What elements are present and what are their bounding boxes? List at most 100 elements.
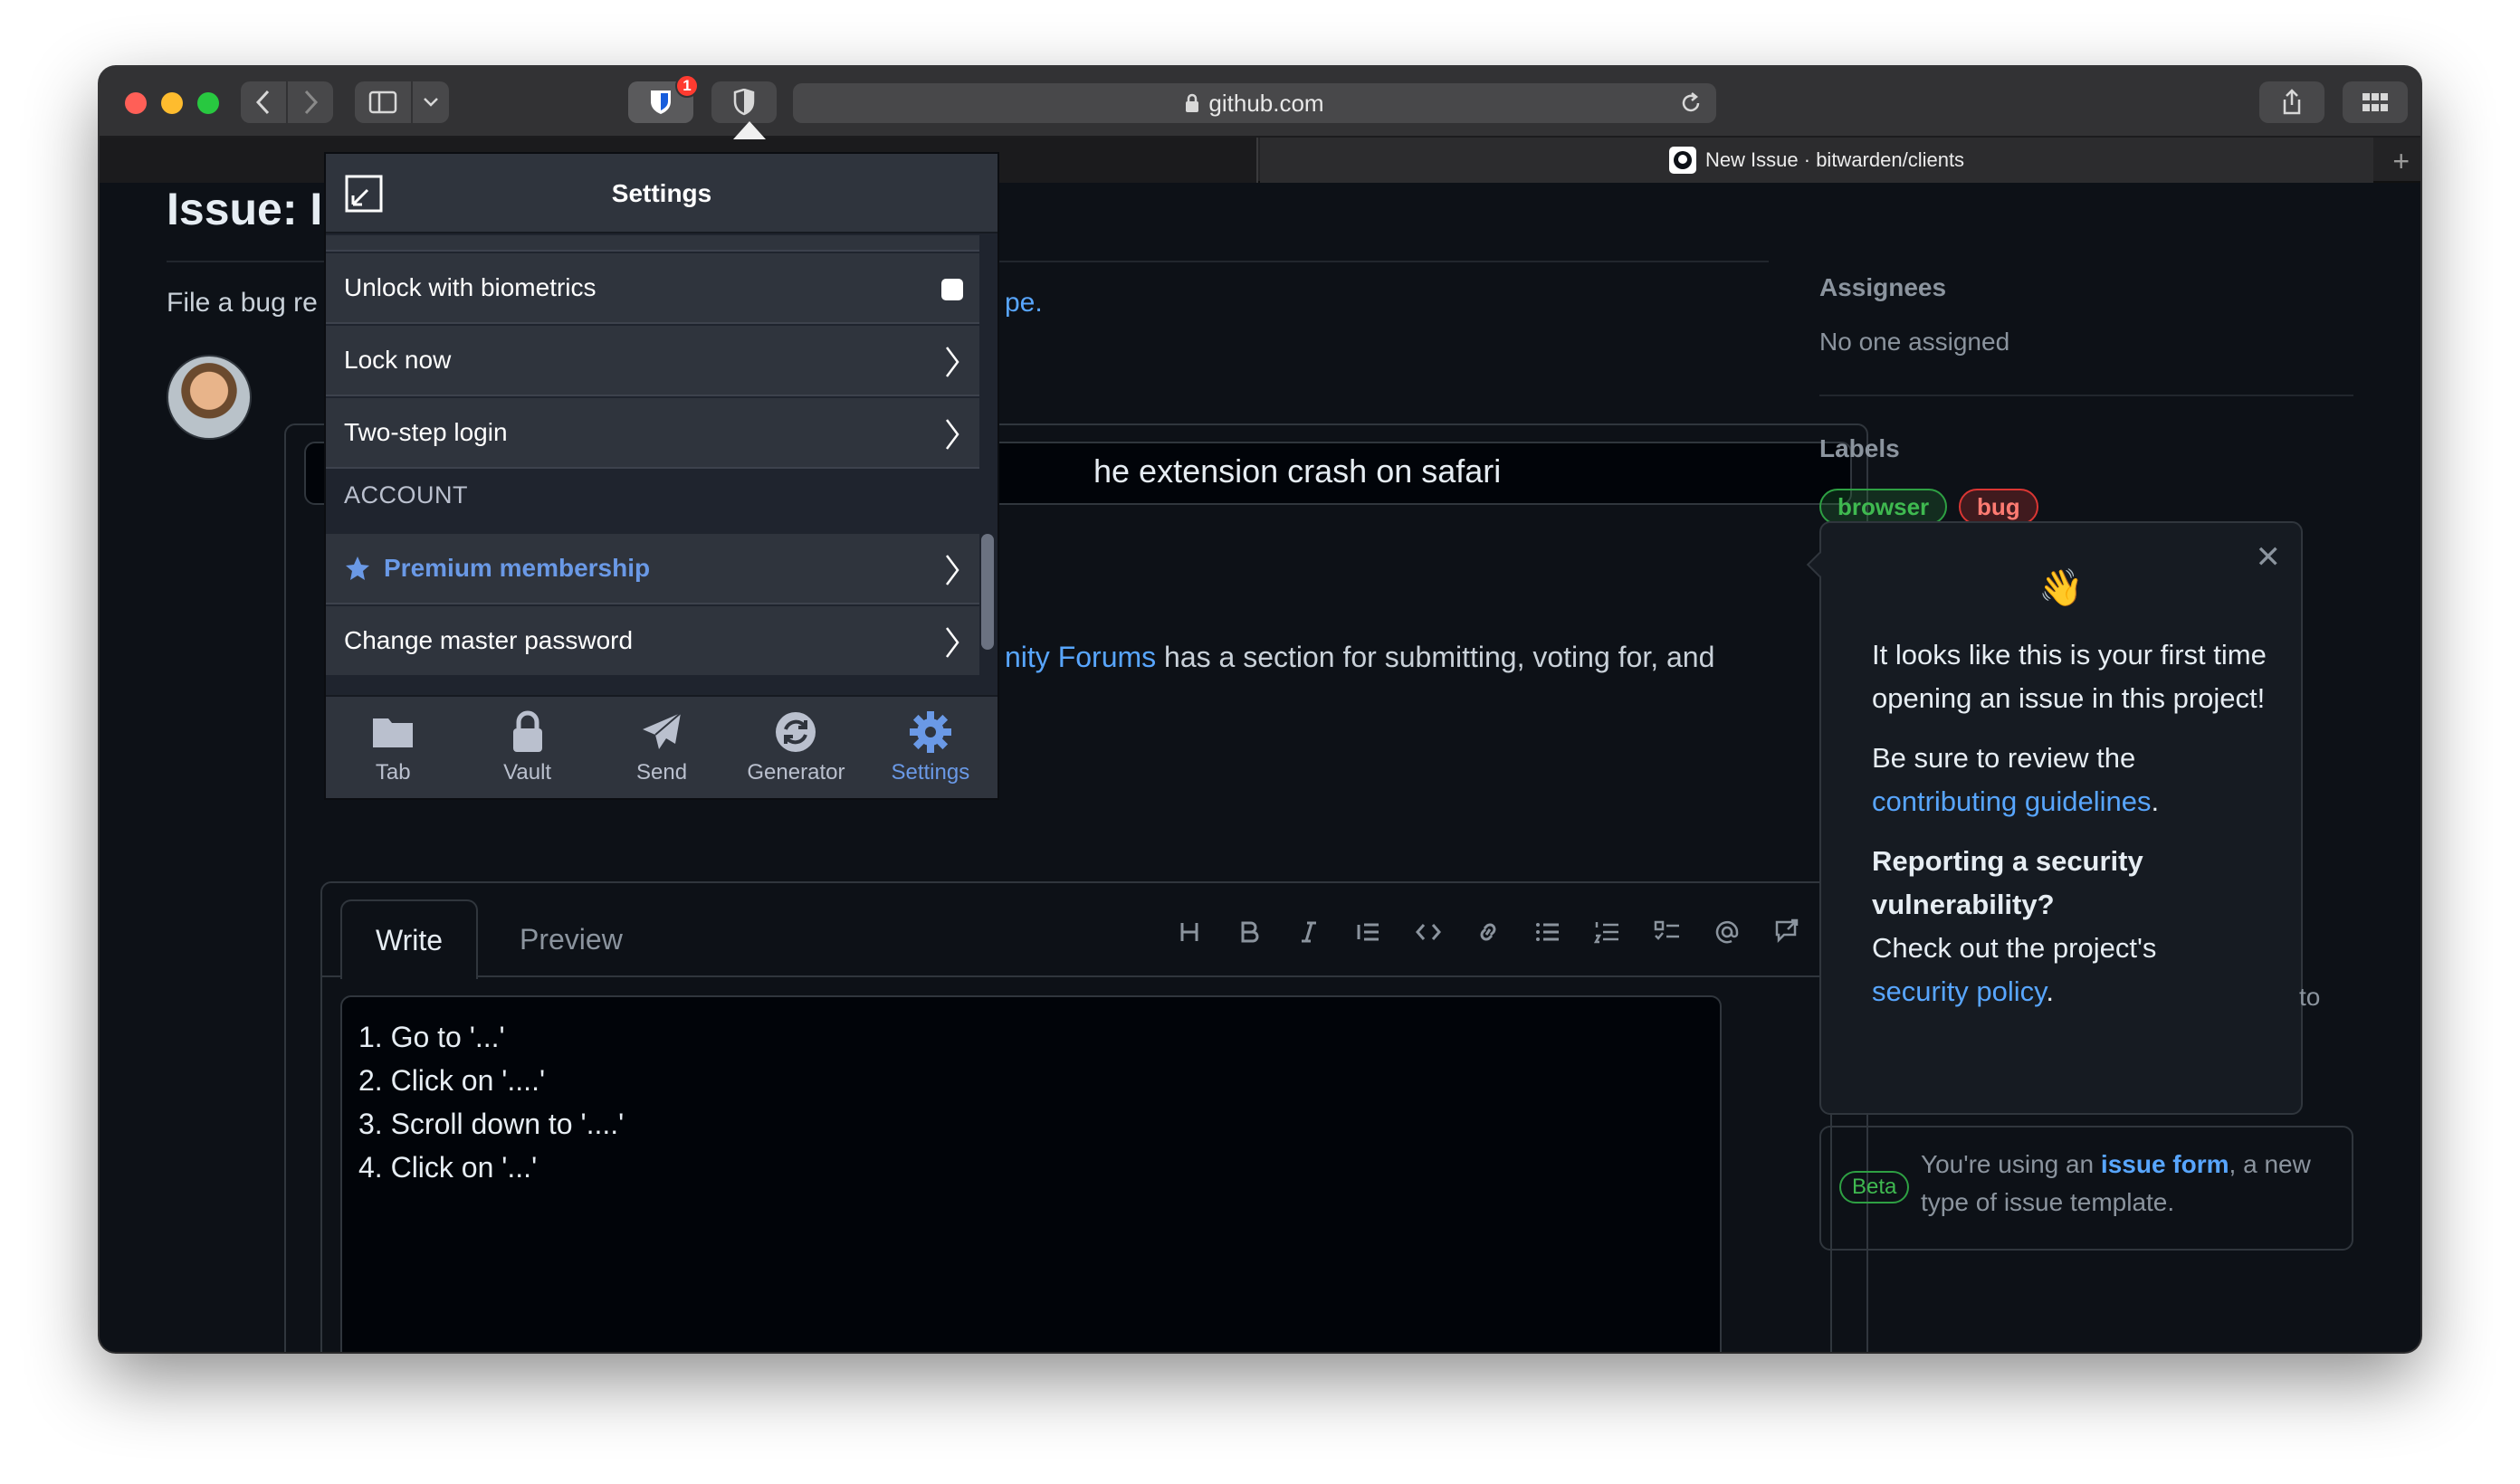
body-line: 4. Click on '...' (358, 1151, 538, 1184)
lock-now-row[interactable]: Lock now (326, 326, 983, 396)
assignees-value: No one assigned (1819, 328, 2010, 356)
change-master-password-row[interactable]: Change master password (326, 606, 983, 675)
scrollbar[interactable] (979, 235, 998, 675)
sidebar-icon (368, 90, 397, 114)
tab-active[interactable]: New Issue · bitwarden/clients (1260, 138, 2373, 183)
forum-paragraph: nity Forums has a section for submitting… (1005, 641, 1714, 674)
new-tab-button[interactable]: + (2392, 145, 2410, 178)
issue-body-textarea[interactable]: 1. Go to '...' 2. Click on '....' 3. Scr… (340, 995, 1722, 1352)
unlock-biometrics-row[interactable]: Unlock with biometrics (326, 253, 983, 324)
waving-hand-icon: 👋 (2038, 568, 2084, 608)
quote-icon[interactable] (1352, 916, 1385, 948)
intro-text: File a bug re (167, 288, 318, 318)
guidelines-period: . (2151, 785, 2160, 817)
scrollbar-thumb[interactable] (981, 534, 994, 650)
ordered-list-icon[interactable] (1591, 916, 1624, 948)
minimize-window-button[interactable] (161, 92, 183, 114)
lock-now-label: Lock now (344, 346, 452, 374)
divider (1819, 395, 2353, 396)
markdown-tools (1173, 916, 1803, 948)
reference-icon[interactable] (1771, 916, 1803, 948)
tab-write[interactable]: Write (340, 899, 478, 979)
shield-icon (733, 89, 755, 116)
forward-button[interactable] (288, 81, 333, 123)
beta-text-before: You're using an (1921, 1150, 2101, 1178)
forum-text: has a section for submitting, voting for… (1156, 641, 1715, 673)
bitwarden-shield-icon (651, 90, 671, 114)
account-section-heading: ACCOUNT (344, 481, 468, 509)
tab-preview[interactable]: Preview (520, 923, 623, 956)
partial-text: to (2299, 983, 2321, 1011)
popover-guidelines: Be sure to review the contributing guide… (1872, 737, 2270, 823)
nav-label: Vault (503, 760, 552, 785)
security-policy-link[interactable]: security policy (1872, 975, 2046, 1007)
label-bug[interactable]: bug (1959, 489, 2038, 525)
issue-form-notice: Beta You're using an issue form, a new t… (1819, 1126, 2353, 1251)
markdown-editor: Write Preview 1. Go to '...' 2. Click on… (320, 881, 1832, 1352)
chevron-right-icon (946, 347, 959, 377)
bold-icon[interactable] (1233, 916, 1265, 948)
address-text: github.com (1208, 89, 1324, 117)
premium-membership-row[interactable]: Premium membership (326, 534, 983, 604)
page-title: Issue: I (167, 184, 323, 234)
chevron-left-icon (255, 90, 270, 115)
tab-overview-button[interactable] (2343, 81, 2408, 123)
editor-toolbar: Write Preview (322, 883, 1830, 979)
bitwarden-extension-button[interactable]: 1 (628, 74, 699, 123)
guidelines-text: Be sure to review the (1872, 742, 2136, 774)
popover-security: Reporting a security vulnerability? Check… (1872, 840, 2270, 1013)
nav-send[interactable]: Send (595, 697, 729, 798)
sidebar-button[interactable] (355, 81, 411, 123)
link-icon[interactable] (1472, 916, 1504, 948)
gear-icon (909, 711, 951, 753)
forum-link[interactable]: nity Forums (1005, 641, 1156, 673)
assignees-heading[interactable]: Assignees (1819, 273, 1946, 302)
bottom-nav: Tab Vault Send Generator Settings (326, 695, 998, 798)
nav-tab[interactable]: Tab (326, 697, 460, 798)
nav-vault[interactable]: Vault (460, 697, 594, 798)
zoom-window-button[interactable] (197, 92, 219, 114)
two-step-login-label: Two-step login (344, 418, 508, 446)
first-issue-popover: ✕ 👋 It looks like this is your first tim… (1806, 521, 2303, 1115)
nav-settings[interactable]: Settings (864, 697, 998, 798)
labels-heading[interactable]: Labels (1819, 434, 1900, 463)
issue-form-link[interactable]: issue form (2101, 1150, 2229, 1178)
grid-icon (2362, 93, 2388, 111)
avatar (167, 355, 252, 440)
tab-title: New Issue · bitwarden/clients (1704, 148, 1965, 171)
chevron-right-icon (946, 555, 959, 585)
sidebar-menu-button[interactable] (413, 81, 449, 123)
close-window-button[interactable] (125, 92, 147, 114)
popup-title: Settings (611, 179, 712, 207)
heading-icon[interactable] (1173, 916, 1206, 948)
lock-icon (1186, 93, 1199, 112)
contributing-guidelines-link[interactable]: contributing guidelines (1872, 785, 2152, 817)
reload-icon[interactable] (1678, 90, 1704, 116)
star-icon (346, 556, 369, 580)
share-button[interactable] (2259, 81, 2324, 123)
github-icon (1668, 147, 1696, 174)
italic-icon[interactable] (1293, 916, 1325, 948)
unordered-list-icon[interactable] (1532, 916, 1564, 948)
code-icon[interactable] (1412, 916, 1445, 948)
paper-plane-icon (643, 712, 682, 749)
address-bar[interactable]: github.com (793, 83, 1716, 123)
privacy-extension-button[interactable] (711, 81, 777, 123)
nav-generator[interactable]: Generator (729, 697, 863, 798)
back-button[interactable] (241, 81, 286, 123)
label-browser[interactable]: browser (1819, 489, 1948, 525)
two-step-login-row[interactable]: Two-step login (326, 398, 983, 469)
settings-list: Unlock with biometrics Lock now Two-step… (326, 235, 983, 675)
unlock-biometrics-checkbox[interactable] (941, 279, 963, 300)
refresh-icon (776, 712, 816, 752)
popup-caret (733, 121, 766, 139)
intro-link[interactable]: pe. (1005, 288, 1043, 319)
security-text: Check out the project's (1872, 932, 2157, 964)
bitwarden-popup: Settings Unlock with biometrics Lock now… (324, 152, 999, 800)
chevron-right-icon (946, 627, 959, 658)
nav-label: Generator (747, 760, 845, 785)
task-list-icon[interactable] (1651, 916, 1684, 948)
mention-icon[interactable] (1711, 916, 1743, 948)
history-nav (241, 81, 333, 123)
extension-badge: 1 (675, 74, 699, 98)
